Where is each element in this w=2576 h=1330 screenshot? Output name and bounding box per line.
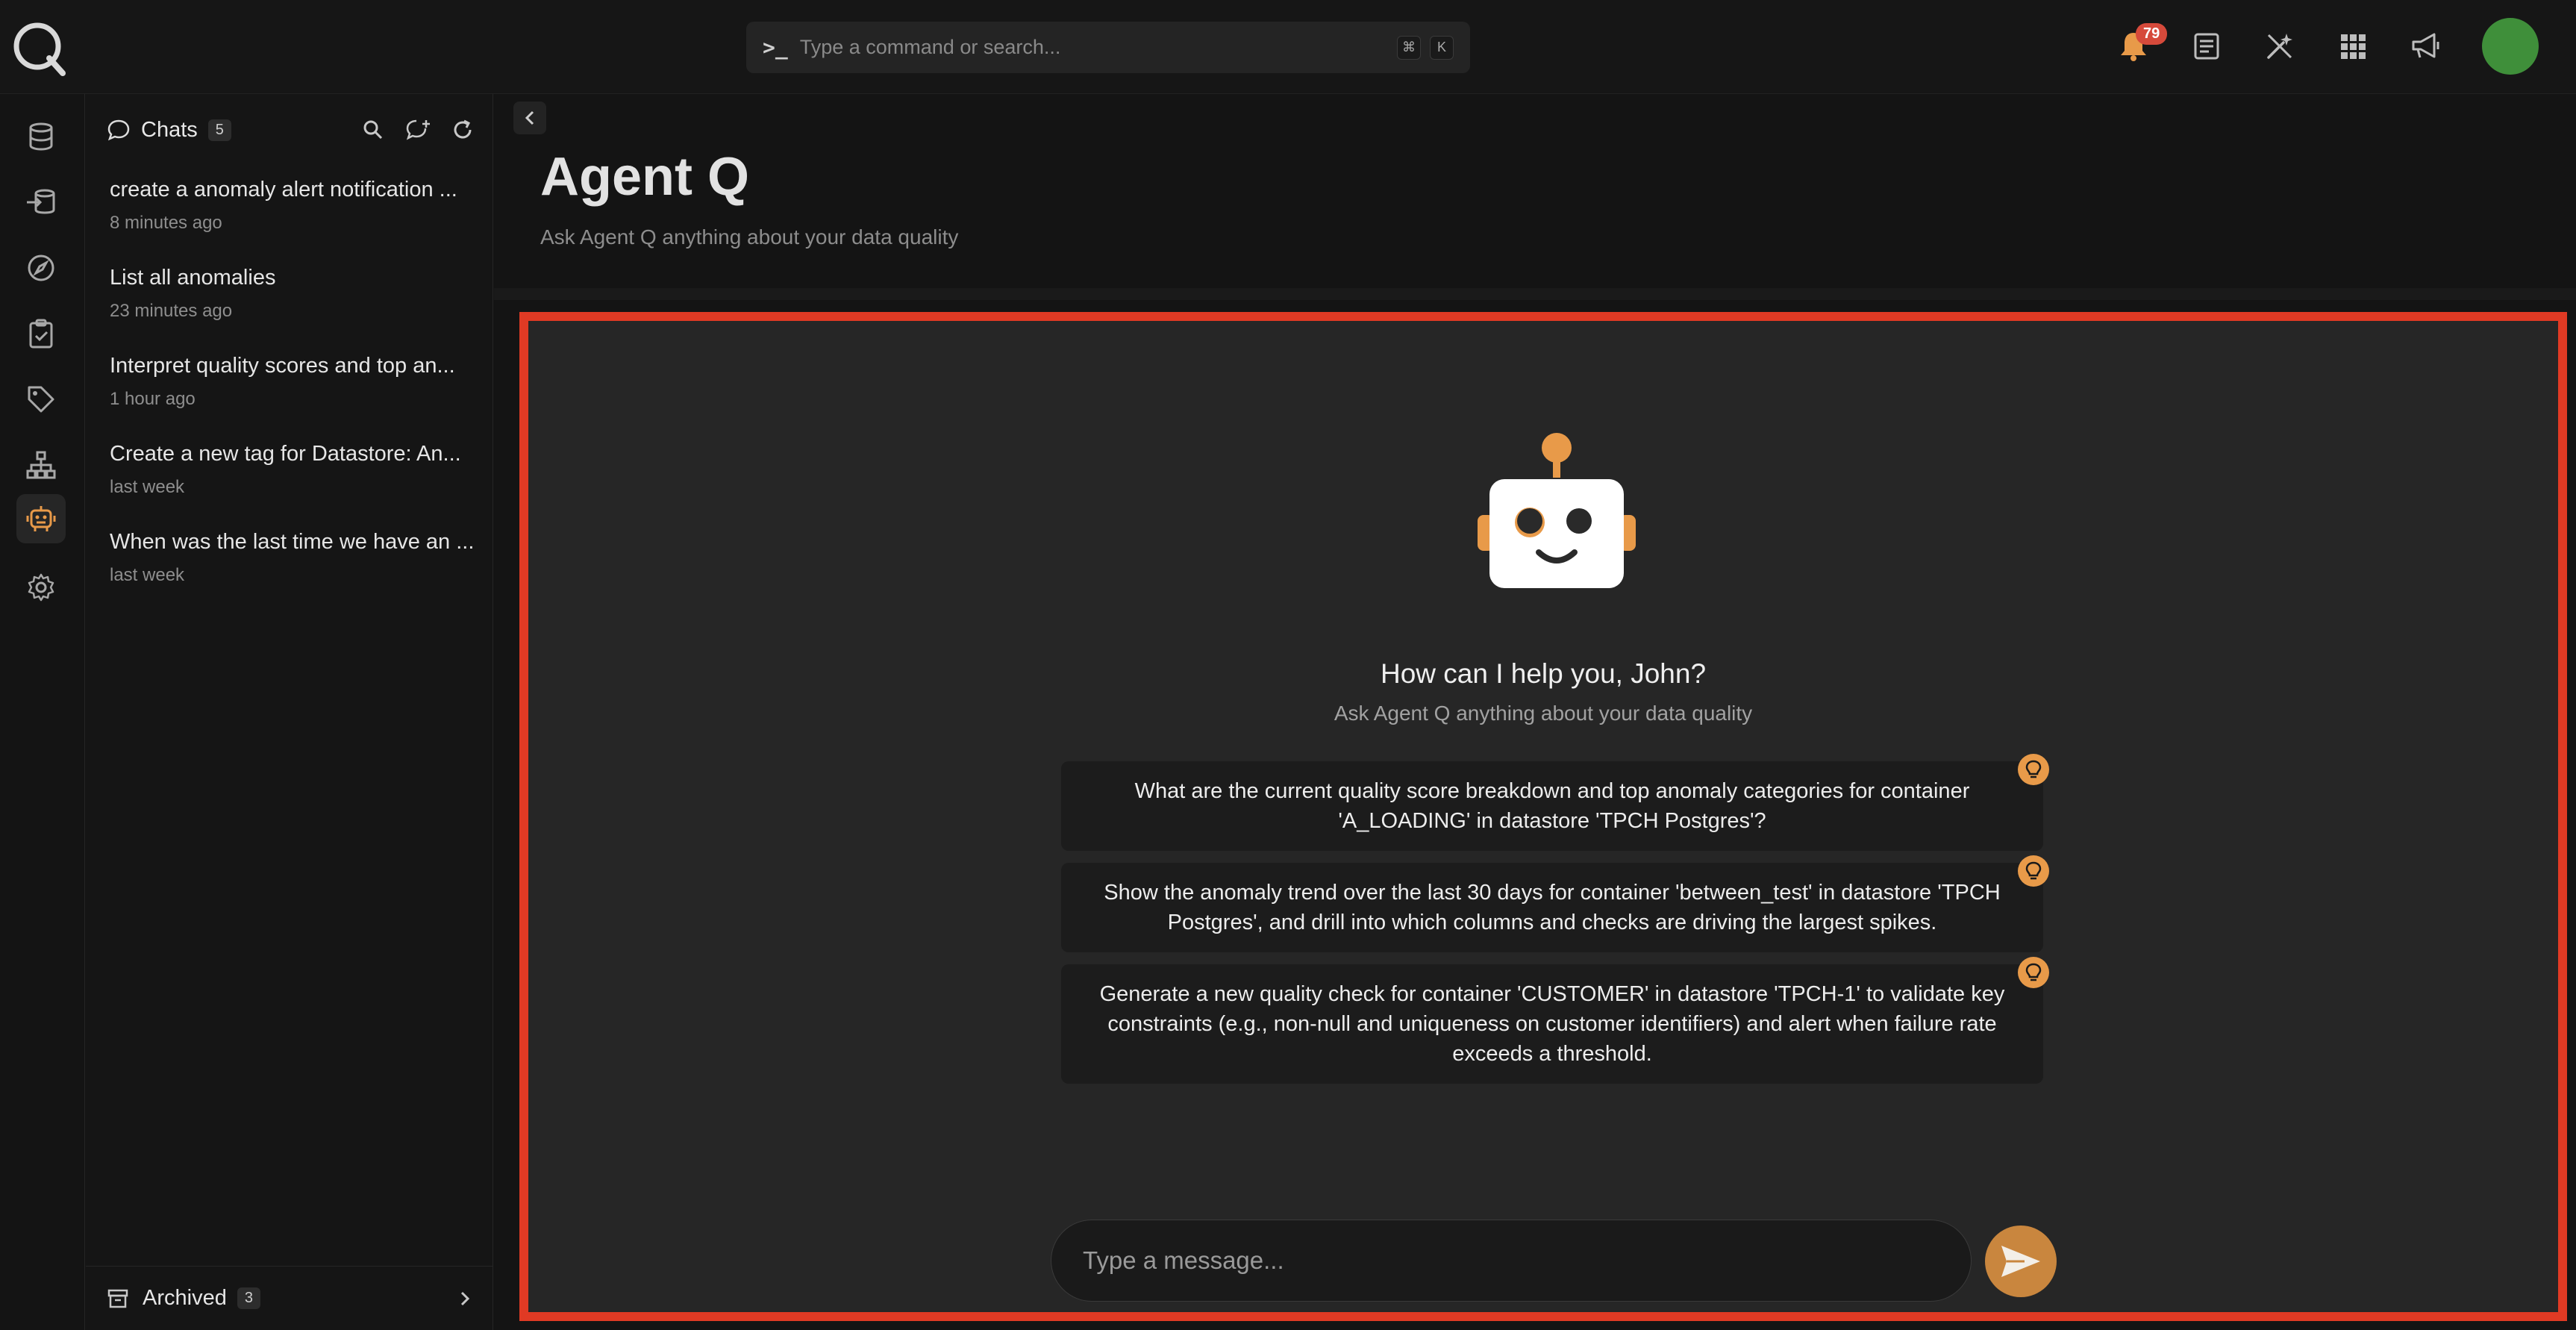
header-divider [494,288,2576,300]
chat-title: Create a new tag for Datastore: An... [110,442,461,466]
nav-settings[interactable] [16,563,66,612]
chat-list-item[interactable]: create a anomaly alert notification ... … [110,178,483,234]
archive-box-icon [107,1289,128,1308]
send-icon [2001,1246,2040,1277]
nav-agent-q[interactable] [16,494,66,543]
refresh-chats-button[interactable] [448,115,478,145]
new-chat-icon [406,119,430,140]
chats-count-badge: 5 [207,119,231,141]
archived-label: Archived [143,1286,227,1310]
suggestion-text: What are the current quality score break… [1134,779,1970,833]
nav-explore[interactable] [16,243,66,293]
nav-hierarchy[interactable] [16,440,66,490]
message-input-placeholder: Type a message... [1083,1246,1284,1274]
database-icon [29,122,53,151]
greeting-heading: How can I help you, John? [1380,658,1707,689]
terminal-prompt-icon: >_ [763,35,788,60]
suggestion-card[interactable]: What are the current quality score break… [1061,754,2049,851]
chats-sidebar: Chats 5 create a anomaly alert notificat… [86,94,493,1330]
ai-features-button[interactable] [2263,29,2297,63]
greeting-subtitle: Ask Agent Q anything about your data qua… [1334,702,1753,725]
shortcut-key-k: K [1430,35,1454,60]
grid-icon [2341,34,2366,59]
top-bar: >_ Type a command or search... ⌘ K 79 [0,0,2576,94]
hierarchy-icon [26,451,56,479]
chevron-left-icon [525,110,534,125]
chat-time: 23 minutes ago [110,301,233,321]
chat-time: 1 hour ago [110,389,196,409]
command-search-bar[interactable]: >_ Type a command or search... ⌘ K [746,22,1470,73]
agent-chat-panel: How can I help you, John? Ask Agent Q an… [519,312,2567,1321]
ingest-icon [27,189,55,214]
nav-ingest[interactable] [16,178,66,227]
search-chats-button[interactable] [358,115,388,145]
suggestion-text: Generate a new quality check for contain… [1099,982,2005,1066]
magic-wand-icon [2267,34,2292,59]
chat-title: List all anomalies [110,266,276,290]
suggestion-text: Show the anomaly trend over the last 30 … [1104,881,2001,934]
page-title: Agent Q [540,147,749,207]
nav-datastores[interactable] [16,112,66,161]
chevron-right-icon [460,1291,470,1305]
megaphone-icon [2412,33,2439,58]
chats-title: Chats [141,117,198,142]
shortcut-key-cmd: ⌘ [1397,35,1421,60]
compass-icon [28,255,54,281]
lightbulb-icon [2018,855,2049,887]
lightbulb-icon [2018,754,2049,785]
docs-button[interactable] [2189,29,2224,63]
announcements-button[interactable] [2409,29,2443,63]
refresh-icon [454,119,472,139]
chat-title: create a anomaly alert notification ... [110,178,457,202]
page-subtitle: Ask Agent Q anything about your data qua… [540,225,959,249]
user-avatar[interactable] [2482,18,2539,75]
chat-bubble-icon [107,119,130,141]
chat-time: 8 minutes ago [110,213,222,233]
chat-list-item[interactable]: List all anomalies 23 minutes ago [110,266,483,322]
suggestion-card[interactable]: Show the anomaly trend over the last 30 … [1061,855,2049,952]
nav-tags[interactable] [16,375,66,424]
lightbulb-icon [2018,957,2049,988]
message-input[interactable]: Type a message... [1051,1220,1972,1302]
left-nav-rail [0,94,85,1330]
command-search-placeholder: Type a command or search... [799,36,1061,58]
clipboard-check-icon [29,319,53,349]
send-button[interactable] [1985,1226,2057,1297]
agent-robot-icon [26,506,56,531]
notifications-button[interactable]: 79 [2116,23,2168,63]
agent-robot-illustration [1478,433,1636,588]
apps-button[interactable] [2336,29,2370,63]
chat-title: Interpret quality scores and top an... [110,354,455,378]
chat-list-item[interactable]: Create a new tag for Datastore: An... la… [110,442,483,498]
chat-list-item[interactable]: Interpret quality scores and top an... 1… [110,354,483,410]
settings-icon [28,573,54,602]
nav-checks[interactable] [16,309,66,358]
notifications-badge: 79 [2136,23,2168,45]
tag-icon [28,386,54,413]
chat-time: last week [110,565,185,585]
chat-time: last week [110,477,185,497]
collapse-sidebar-button[interactable] [513,102,546,134]
chat-list-item[interactable]: When was the last time we have an ... la… [110,530,483,586]
chat-title: When was the last time we have an ... [110,530,475,554]
archived-chats-row[interactable]: Archived 3 [86,1266,493,1330]
suggestion-card[interactable]: Generate a new quality check for contain… [1061,957,2049,1084]
new-chat-button[interactable] [403,115,433,145]
app-logo-icon[interactable] [10,19,67,76]
archived-count-badge: 3 [237,1287,260,1309]
document-icon [2194,33,2219,60]
search-icon [363,120,383,140]
